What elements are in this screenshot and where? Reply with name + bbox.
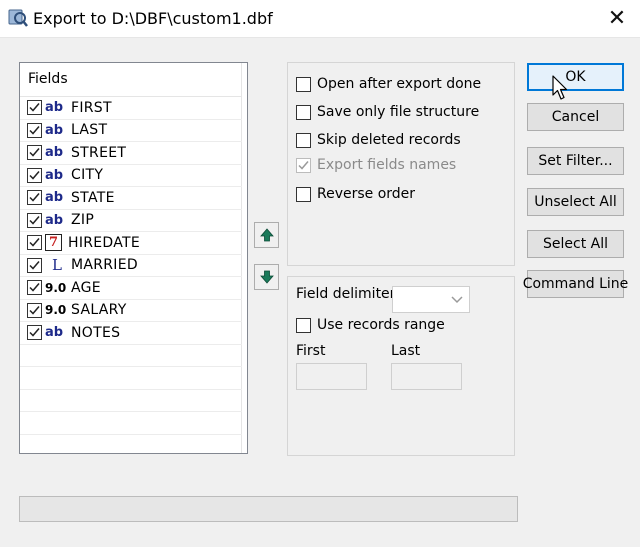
field-delimiter-label: Field delimiter — [296, 286, 396, 302]
open-after-export-option[interactable]: Open after export done — [296, 76, 481, 92]
field-checkbox[interactable] — [27, 235, 42, 251]
set-filter-button[interactable]: Set Filter... — [527, 147, 624, 175]
field-name: HIREDATE — [68, 234, 141, 251]
string-type-icon: ab — [45, 145, 64, 161]
field-checkbox[interactable] — [27, 212, 42, 228]
string-type-icon: ab — [45, 212, 64, 228]
field-name: STATE — [71, 189, 115, 206]
field-row-city[interactable]: ab CITY — [20, 165, 242, 187]
field-row-last[interactable]: ab LAST — [20, 120, 242, 142]
field-checkbox[interactable] — [27, 167, 42, 183]
move-up-button[interactable] — [254, 222, 279, 248]
field-row-notes[interactable]: ab NOTES — [20, 322, 242, 345]
arrow-down-icon — [259, 270, 274, 284]
last-label: Last — [391, 343, 421, 359]
title-bar: Export to D:\DBF\custom1.dbf ✕ — [0, 0, 640, 38]
save-structure-checkbox[interactable] — [296, 104, 311, 120]
fields-list[interactable]: Fields ab FIRST ab LAST ab STREET ab CIT… — [19, 62, 248, 454]
field-name: FIRST — [71, 99, 112, 116]
skip-deleted-checkbox[interactable] — [296, 132, 311, 148]
field-name: MARRIED — [71, 257, 138, 274]
move-down-button[interactable] — [254, 264, 279, 290]
field-name: CITY — [71, 167, 104, 184]
field-checkbox[interactable] — [27, 122, 42, 138]
export-field-names-checkbox[interactable] — [296, 157, 311, 173]
empty-row — [20, 390, 242, 412]
string-type-icon: ab — [45, 190, 64, 206]
close-icon: ✕ — [607, 6, 627, 31]
close-button[interactable]: ✕ — [594, 0, 640, 38]
field-checkbox[interactable] — [27, 257, 42, 273]
empty-row — [20, 345, 242, 367]
numeric-type-icon: 9.0 — [45, 280, 67, 295]
reverse-order-checkbox[interactable] — [296, 186, 311, 202]
arrow-up-icon — [259, 228, 274, 242]
export-field-names-option[interactable]: Export fields names — [296, 157, 456, 173]
field-checkbox[interactable] — [27, 325, 42, 341]
field-checkbox[interactable] — [27, 280, 42, 296]
field-name: ZIP — [71, 212, 95, 229]
empty-row — [20, 367, 242, 390]
field-row-married[interactable]: L MARRIED — [20, 255, 242, 277]
save-structure-option[interactable]: Save only file structure — [296, 104, 479, 120]
string-type-icon: ab — [45, 167, 64, 183]
field-row-state[interactable]: ab STATE — [20, 187, 242, 210]
field-name: STREET — [71, 144, 127, 161]
reverse-order-option[interactable]: Reverse order — [296, 186, 415, 202]
field-row-zip[interactable]: ab ZIP — [20, 210, 242, 232]
field-name: LAST — [71, 122, 108, 139]
open-after-export-label: Open after export done — [317, 76, 482, 92]
open-after-export-checkbox[interactable] — [296, 76, 311, 92]
field-checkbox[interactable] — [27, 190, 42, 206]
field-checkbox[interactable] — [27, 100, 42, 116]
export-field-names-label: Export fields names — [317, 157, 457, 173]
field-checkbox[interactable] — [27, 145, 42, 161]
mouse-cursor-icon — [552, 75, 568, 100]
field-name: SALARY — [71, 302, 127, 319]
field-row-age[interactable]: 9.0 AGE — [20, 277, 242, 300]
first-record-field[interactable] — [296, 363, 367, 390]
first-label: First — [296, 343, 326, 359]
use-records-range-label: Use records range — [317, 317, 445, 333]
numeric-type-icon: 9.0 — [45, 303, 67, 318]
skip-deleted-option[interactable]: Skip deleted records — [296, 132, 461, 148]
skip-deleted-label: Skip deleted records — [317, 132, 461, 148]
save-structure-label: Save only file structure — [317, 104, 480, 120]
field-delimiter-select[interactable] — [392, 286, 470, 313]
unselect-all-button[interactable]: Unselect All — [527, 188, 624, 216]
reverse-order-label: Reverse order — [317, 186, 416, 202]
string-type-icon: ab — [45, 325, 64, 341]
field-name: NOTES — [71, 324, 121, 341]
use-records-range-option[interactable]: Use records range — [296, 317, 445, 333]
use-records-range-checkbox[interactable] — [296, 317, 311, 333]
dialog-body: Fields ab FIRST ab LAST ab STREET ab CIT… — [0, 38, 640, 547]
select-all-button[interactable]: Select All — [527, 230, 624, 258]
field-name: AGE — [71, 279, 101, 296]
window-title: Export to D:\DBF\custom1.dbf — [33, 9, 273, 28]
chevron-down-icon — [451, 296, 463, 304]
empty-row — [20, 435, 242, 454]
app-icon — [8, 9, 28, 27]
field-row-salary[interactable]: 9.0 SALARY — [20, 300, 242, 322]
progress-bar — [19, 496, 518, 522]
empty-row — [20, 412, 242, 435]
last-record-field[interactable] — [391, 363, 462, 390]
string-type-icon: ab — [45, 100, 64, 116]
field-checkbox[interactable] — [27, 302, 42, 318]
logical-type-icon: L — [52, 256, 62, 275]
cancel-button[interactable]: Cancel — [527, 103, 624, 131]
field-row-hiredate[interactable]: 7 HIREDATE — [20, 232, 242, 255]
date-type-icon: 7 — [45, 234, 62, 252]
fields-header: Fields — [20, 63, 242, 97]
command-line-button[interactable]: Command Line — [523, 270, 628, 298]
string-type-icon: ab — [45, 122, 64, 138]
field-row-street[interactable]: ab STREET — [20, 142, 242, 165]
field-row-first[interactable]: ab FIRST — [20, 97, 242, 120]
ok-button[interactable]: OK — [527, 63, 624, 91]
